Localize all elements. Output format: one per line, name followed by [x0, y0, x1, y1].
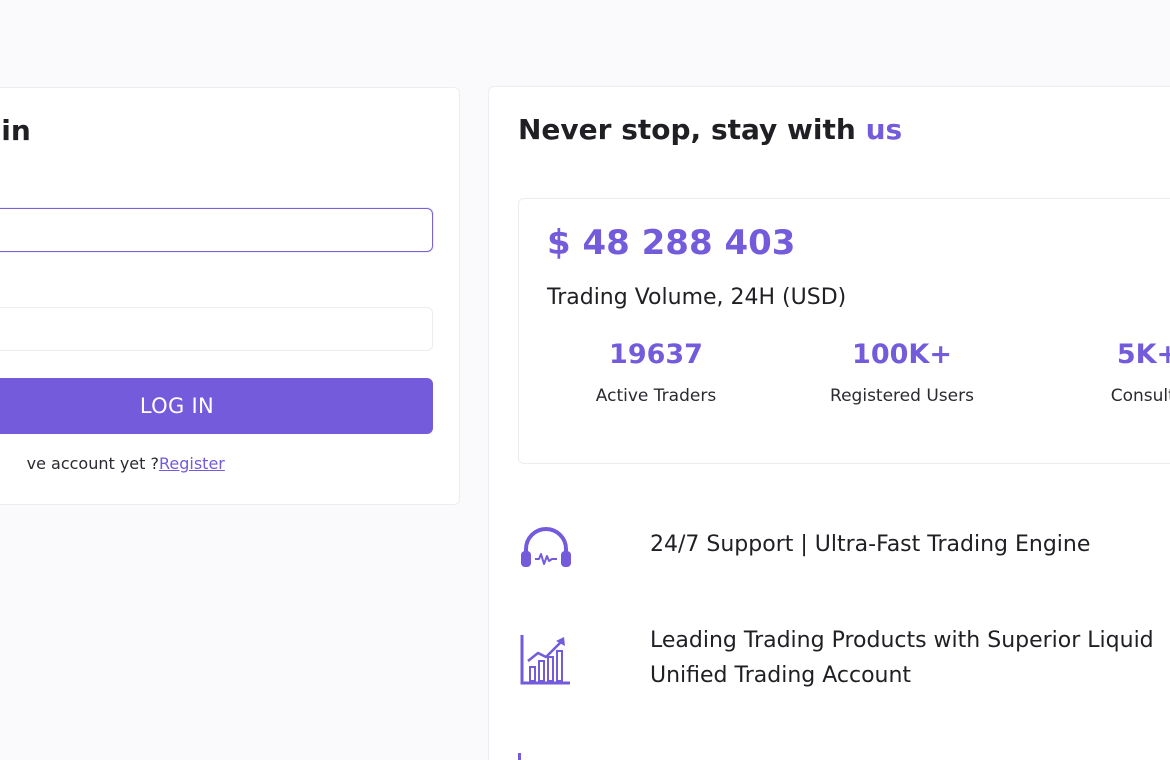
- register-row: ve account yet ? Register: [0, 454, 225, 473]
- headphones-icon: [521, 527, 571, 567]
- trading-volume-value: $ 48 288 403: [547, 223, 796, 263]
- panel-title: Never stop, stay with us: [518, 113, 902, 146]
- stat-consultants: 5K+ Consulta: [1048, 339, 1170, 406]
- trading-volume-label: Trading Volume, 24H (USD): [547, 285, 847, 310]
- stat-value: 19637: [609, 339, 703, 370]
- email-input[interactable]: [0, 208, 433, 252]
- feature-text: Leading Trading Products with Superior L…: [650, 623, 1154, 693]
- stat-active-traders: 19637 Active Traders: [556, 339, 756, 406]
- feature-text: 24/7 Support | Ultra-Fast Trading Engine: [650, 532, 1091, 557]
- feature-text-line: Leading Trading Products with Superior L…: [650, 628, 1154, 653]
- login-card: t Login ss LOG IN ve account yet ? Regis…: [0, 87, 460, 505]
- feature-text-line: Unified Trading Account: [650, 663, 912, 688]
- info-panel: Never stop, stay with us $ 48 288 403 Tr…: [488, 86, 1170, 760]
- stat-label: Consulta: [1110, 386, 1170, 406]
- feature-icon-partial: [518, 753, 521, 760]
- page: t Login ss LOG IN ve account yet ? Regis…: [0, 0, 1170, 760]
- register-prompt: ve account yet ?: [26, 454, 159, 473]
- stat-label: Active Traders: [595, 386, 717, 406]
- stat-registered-users: 100K+ Registered Users: [802, 339, 1002, 406]
- register-link[interactable]: Register: [159, 454, 225, 473]
- stat-value: 5K+: [1116, 339, 1170, 370]
- panel-title-main: Never stop, stay with: [518, 113, 866, 146]
- stat-value: 100K+: [852, 339, 952, 370]
- stat-label: Registered Users: [830, 386, 974, 406]
- stats-card: $ 48 288 403 Trading Volume, 24H (USD) 1…: [518, 198, 1170, 464]
- login-button[interactable]: LOG IN: [0, 378, 433, 434]
- password-input[interactable]: [0, 307, 433, 351]
- feature-third: [518, 747, 524, 760]
- growth-chart-icon: [520, 635, 570, 685]
- login-title: t Login: [0, 114, 31, 147]
- panel-title-accent: us: [865, 113, 903, 146]
